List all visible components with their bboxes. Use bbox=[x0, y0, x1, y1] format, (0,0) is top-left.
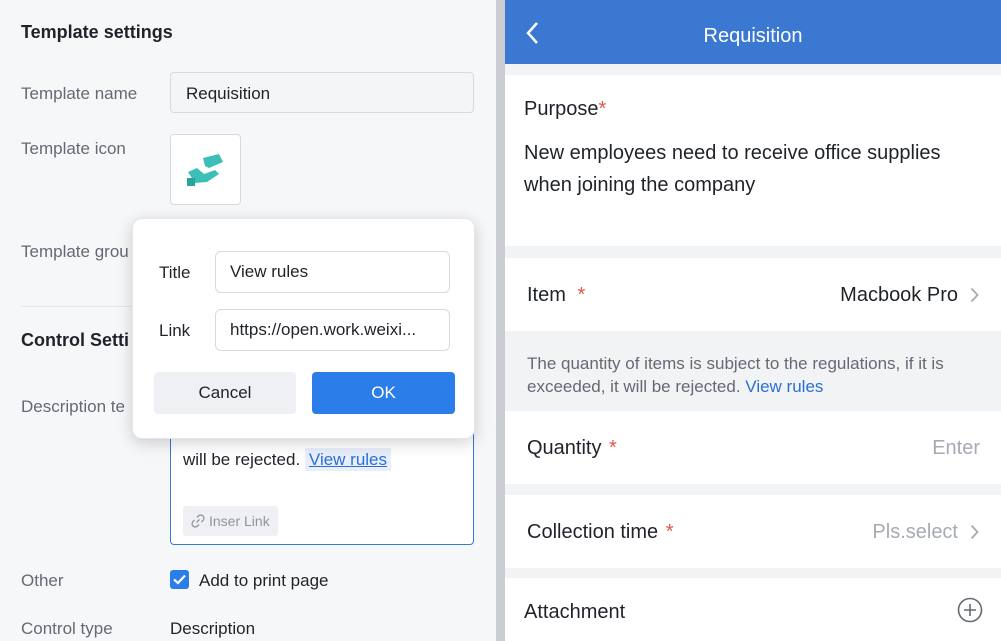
link-title-input[interactable]: View rules bbox=[215, 251, 450, 293]
template-settings-title: Template settings bbox=[21, 22, 173, 42]
required-mark: * bbox=[609, 437, 617, 459]
control-type-label: Control type bbox=[21, 619, 113, 638]
template-name-label: Template name bbox=[21, 84, 138, 103]
link-icon bbox=[191, 508, 205, 528]
link-url-input[interactable]: https://open.work.weixi... bbox=[215, 309, 450, 351]
quantity-label-line: Quantity * bbox=[527, 437, 617, 460]
required-mark: * bbox=[665, 521, 674, 543]
attachment-row: Attachment bbox=[505, 578, 1001, 641]
description-text: will be rejected. bbox=[183, 450, 301, 469]
quantity-input[interactable]: Enter bbox=[932, 437, 980, 460]
purpose-label-line: Purpose* bbox=[524, 98, 606, 121]
collection-label-line: Collection time * bbox=[527, 521, 674, 544]
purpose-text[interactable]: New employees need to receive office sup… bbox=[524, 137, 989, 201]
panel-separator bbox=[496, 0, 505, 641]
ok-button[interactable]: OK bbox=[312, 372, 455, 414]
purpose-card: Purpose* New employees need to receive o… bbox=[505, 75, 1001, 246]
description-text-line: will be rejected. View rules bbox=[183, 448, 392, 471]
quantity-label: Quantity bbox=[527, 437, 602, 459]
print-page-label: Add to print page bbox=[199, 571, 329, 590]
view-rules-link[interactable]: View rules bbox=[745, 377, 823, 396]
cancel-button[interactable]: Cancel bbox=[154, 372, 296, 414]
item-label: Item bbox=[527, 284, 566, 306]
collection-time-label: Collection time bbox=[527, 521, 659, 543]
insert-link-button[interactable]: Inser Link bbox=[183, 506, 278, 536]
hand-icon bbox=[187, 154, 223, 186]
attachment-label: Attachment bbox=[524, 601, 626, 623]
link-url-label: Link bbox=[159, 321, 191, 340]
preview-title: Requisition bbox=[703, 25, 803, 47]
purpose-label: Purpose bbox=[524, 98, 599, 120]
collection-time-select[interactable]: Pls.select bbox=[872, 521, 958, 544]
insert-link-dialog: Title View rules Link https://open.work.… bbox=[132, 218, 475, 439]
chevron-right-icon bbox=[970, 524, 979, 540]
preview-header: Requisition bbox=[505, 0, 1001, 64]
required-mark: * bbox=[598, 98, 607, 120]
quantity-row[interactable]: Quantity * Enter bbox=[505, 411, 1001, 484]
template-icon-picker[interactable] bbox=[170, 134, 241, 205]
template-group-label: Template grou bbox=[21, 242, 129, 261]
add-circle-icon[interactable] bbox=[957, 597, 983, 623]
quantity-note-text: The quantity of items is subject to the … bbox=[527, 354, 944, 396]
insert-link-label: Inser Link bbox=[209, 513, 270, 529]
description-link[interactable]: View rules bbox=[304, 448, 392, 471]
print-page-checkbox[interactable] bbox=[170, 570, 189, 589]
required-mark: * bbox=[577, 284, 586, 306]
item-value: Macbook Pro bbox=[840, 284, 958, 306]
other-label: Other bbox=[21, 571, 64, 590]
checkmark-icon bbox=[173, 574, 186, 585]
link-title-label: Title bbox=[159, 263, 191, 282]
template-name-value: Requisition bbox=[186, 84, 271, 103]
collection-time-row[interactable]: Collection time * Pls.select bbox=[505, 495, 1001, 568]
quantity-note: The quantity of items is subject to the … bbox=[527, 352, 982, 398]
template-icon-label: Template icon bbox=[21, 139, 126, 158]
item-label-line: Item * bbox=[527, 284, 585, 307]
control-type-value: Description bbox=[170, 619, 256, 638]
chevron-right-icon bbox=[970, 287, 979, 303]
description-label: Description te bbox=[21, 397, 125, 416]
control-settings-title: Control Setti bbox=[21, 330, 129, 350]
item-row[interactable]: Item * Macbook Pro bbox=[505, 258, 1001, 331]
template-name-input[interactable]: Requisition bbox=[170, 72, 474, 113]
